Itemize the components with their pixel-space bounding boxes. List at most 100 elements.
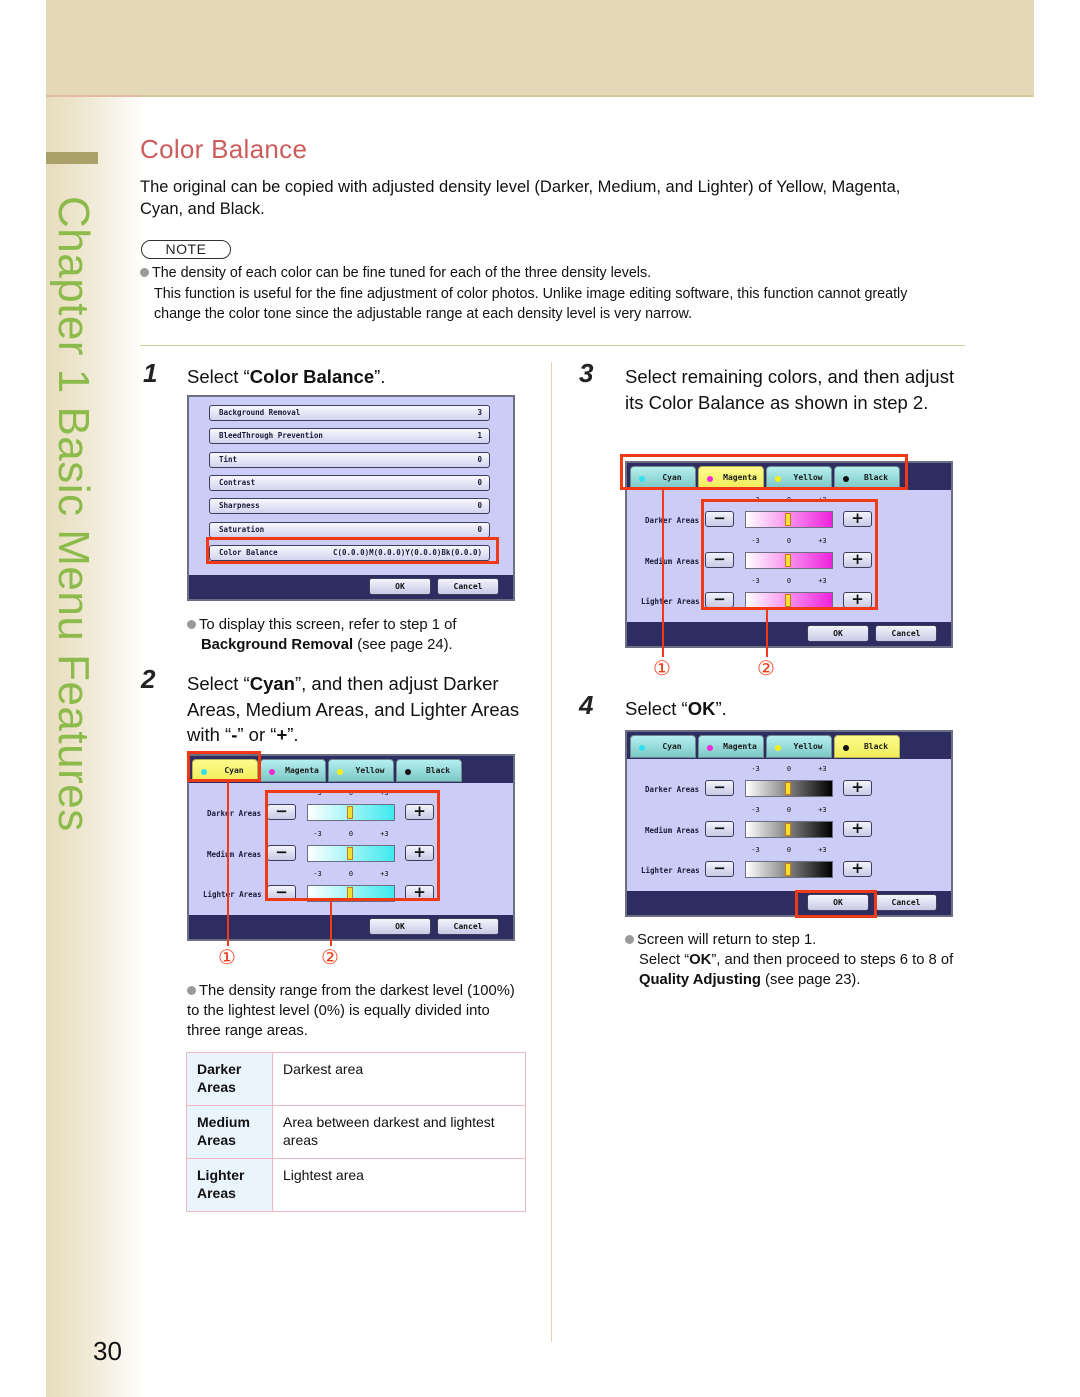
level-slider[interactable]: [745, 820, 833, 838]
screen-menu-item[interactable]: BleedThrough Prevention 1: [209, 428, 490, 445]
row-label: Darker Areas: [207, 809, 262, 818]
screen-ok-button[interactable]: OK: [369, 918, 431, 935]
decrease-button[interactable]: −: [705, 551, 734, 568]
color-dot-icon: [775, 476, 781, 482]
screen-menu-item[interactable]: Saturation 0: [209, 521, 490, 538]
section-divider: [140, 345, 965, 346]
level-indicator: [347, 846, 353, 860]
scale-max: +3: [818, 765, 827, 773]
level-slider[interactable]: [745, 861, 833, 878]
note-line-1: The density of each color can be fine tu…: [152, 265, 652, 281]
step-4-note: Screen will return to step 1. Select “OK…: [625, 930, 970, 990]
scale-mid: 0: [786, 577, 792, 585]
tab-cyan[interactable]: Cyan: [630, 735, 696, 758]
tab-magenta[interactable]: Magenta: [260, 759, 326, 782]
tab-magenta[interactable]: Magenta: [698, 466, 764, 489]
tab-cyan[interactable]: Cyan: [630, 466, 696, 489]
scale-max: +3: [818, 805, 827, 814]
level-indicator: [785, 594, 791, 607]
table-row-desc: Area between darkest and lightest areas: [272, 1105, 526, 1159]
note-label: NOTE: [141, 240, 231, 259]
scale-min: -3: [751, 577, 760, 585]
decrease-button[interactable]: −: [705, 592, 734, 608]
decrease-button[interactable]: −: [705, 511, 734, 527]
row-label: Medium Areas: [645, 825, 700, 835]
screen-menu-item[interactable]: Tint 0: [209, 451, 490, 468]
screen-cancel-button[interactable]: Cancel: [437, 918, 499, 935]
step-1-note: To display this screen, refer to step 1 …: [187, 615, 527, 655]
screen-menu-item[interactable]: Background Removal 3: [209, 405, 490, 421]
tab-yellow[interactable]: Yellow: [766, 735, 832, 758]
screen-ok-button[interactable]: OK: [807, 625, 869, 642]
level-slider[interactable]: [745, 592, 833, 609]
level-slider[interactable]: [745, 780, 833, 797]
increase-button[interactable]: +: [405, 804, 434, 820]
tab-magenta[interactable]: Magenta: [698, 735, 764, 758]
menu-item-value: 3: [477, 408, 482, 417]
screen-menu-item[interactable]: Contrast 0: [209, 474, 490, 491]
color-dot-icon: [843, 745, 849, 751]
table-row-head: Medium Areas: [186, 1105, 273, 1159]
menu-item-value: C(0.0.0)M(0.0.0)Y(0.0.0)Bk(0.0.0): [332, 547, 482, 557]
bullet-icon: [625, 935, 634, 944]
level-slider[interactable]: [307, 885, 395, 902]
decrease-button[interactable]: −: [705, 861, 734, 877]
tab-yellow[interactable]: Yellow: [766, 466, 832, 489]
level-scale: -3 0 +3: [307, 870, 395, 884]
increase-button[interactable]: +: [843, 592, 872, 608]
decrease-button[interactable]: −: [705, 820, 734, 837]
screen-cancel-button[interactable]: Cancel: [875, 894, 937, 911]
decrease-button[interactable]: −: [267, 844, 296, 861]
table-row: Darker Areas Darkest area: [186, 1052, 526, 1106]
increase-button[interactable]: +: [843, 551, 872, 568]
callout-line-1: [227, 781, 229, 946]
level-slider[interactable]: [307, 804, 395, 821]
level-indicator: [785, 782, 791, 795]
scale-min: -3: [313, 829, 322, 838]
decrease-button[interactable]: −: [267, 804, 296, 820]
screen-ok-button[interactable]: OK: [369, 578, 431, 595]
level-slider[interactable]: [307, 844, 395, 862]
scale-mid: 0: [786, 536, 792, 545]
callout-line-2: [330, 900, 332, 946]
column-divider: [551, 362, 552, 1342]
tab-black[interactable]: Black: [834, 466, 900, 489]
scale-min: -3: [751, 846, 760, 854]
menu-item-value: 0: [477, 477, 482, 487]
step-4-note-post: (see page 23).: [760, 972, 861, 988]
decrease-button[interactable]: −: [705, 780, 734, 796]
increase-button[interactable]: +: [405, 885, 434, 901]
level-scale: -3 0 +3: [745, 846, 833, 860]
color-dot-icon: [201, 769, 207, 775]
level-scale: -3 0 +3: [307, 789, 395, 803]
tab-cyan[interactable]: Cyan: [192, 759, 258, 782]
color-dot-icon: [843, 476, 849, 482]
level-slider[interactable]: [745, 551, 833, 569]
tab-black[interactable]: Black: [396, 759, 462, 782]
scale-max: +3: [818, 846, 827, 854]
device-screen-color-balance-magenta: Cyan Magenta Yellow Black Darker Areas − -3 0 +3…: [625, 461, 953, 648]
scale-min: -3: [751, 765, 760, 773]
tab-label: Yellow: [793, 742, 823, 751]
screen-menu-item[interactable]: Color Balance C(0.0.0)M(0.0.0)Y(0.0.0)Bk(…: [209, 544, 490, 561]
level-slider[interactable]: [745, 511, 833, 528]
table-row-head: Lighter Areas: [186, 1158, 273, 1212]
increase-button[interactable]: +: [843, 861, 872, 877]
screen-ok-button[interactable]: OK: [807, 894, 869, 911]
screen-menu-item[interactable]: Sharpness 0: [209, 498, 490, 515]
tab-yellow[interactable]: Yellow: [328, 759, 394, 782]
increase-button[interactable]: +: [843, 820, 872, 837]
step-2-text-bold: Cyan: [249, 673, 295, 694]
bullet-icon: [187, 986, 196, 995]
screen-cancel-button[interactable]: Cancel: [875, 625, 937, 642]
device-screen-color-balance-black: Cyan Magenta Yellow Black Darker Areas − -3 0 +3…: [625, 730, 953, 917]
increase-button[interactable]: +: [843, 780, 872, 796]
color-dot-icon: [269, 769, 275, 775]
screen-cancel-button[interactable]: Cancel: [437, 578, 499, 595]
header-band: [46, 0, 1034, 95]
increase-button[interactable]: +: [843, 511, 872, 527]
increase-button[interactable]: +: [405, 844, 434, 861]
scale-mid: 0: [786, 496, 792, 504]
decrease-button[interactable]: −: [267, 885, 296, 901]
tab-black[interactable]: Black: [834, 735, 900, 758]
